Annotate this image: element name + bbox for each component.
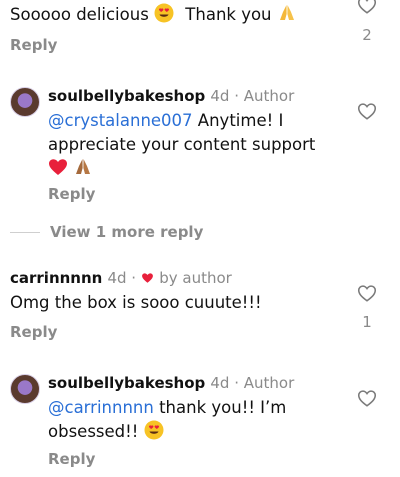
reply-button[interactable]: Reply (10, 36, 57, 54)
reply-button[interactable]: Reply (48, 450, 95, 468)
liked-by-author-label: by author (159, 269, 232, 287)
red-heart-icon (142, 273, 154, 283)
comment-2-text: @crystalanne007 Anytime! I appreciate yo… (48, 109, 348, 181)
comment-3-text: Omg the box is sooo cuuute!!! (10, 293, 262, 312)
heart-eyes-emoji-icon (144, 420, 164, 440)
username[interactable]: soulbellybakeshop (48, 87, 205, 105)
comment-header: soulbellybakeshop 4d · Author (48, 373, 294, 392)
praying-hands-emoji-icon (279, 5, 294, 20)
username[interactable]: soulbellybakeshop (48, 374, 205, 392)
comment-meta: 4d · Author (210, 87, 295, 105)
heart-outline-icon[interactable] (356, 100, 378, 122)
heart-outline-icon[interactable] (356, 282, 378, 304)
divider-line (10, 232, 40, 233)
mention-link[interactable]: @carrinnnnn (48, 398, 154, 417)
heart-outline-icon[interactable] (356, 387, 378, 409)
reply-button[interactable]: Reply (48, 185, 95, 203)
comment-meta: 4d · Author (210, 374, 295, 392)
comment-time: 4d · (107, 269, 137, 287)
reply-button[interactable]: Reply (10, 323, 57, 341)
avatar[interactable] (10, 374, 40, 404)
avatar[interactable] (10, 87, 40, 117)
comment-header: soulbellybakeshop 4d · Author (48, 86, 294, 105)
red-heart-emoji-icon (49, 159, 67, 175)
heart-eyes-emoji-icon (154, 3, 174, 23)
like-count: 1 (362, 313, 372, 331)
mention-link[interactable]: @crystalanne007 (48, 111, 193, 130)
heart-outline-icon[interactable] (356, 0, 378, 16)
like-count: 2 (362, 26, 372, 44)
praying-hands-emoji-icon (76, 159, 91, 174)
username[interactable]: carrinnnnn (10, 269, 102, 287)
view-more-replies[interactable]: View 1 more reply (10, 222, 203, 241)
comment-4-text: @carrinnnnn thank you!! I’m obsessed!! (48, 398, 287, 441)
comment-header: carrinnnnn 4d · by author (10, 268, 232, 287)
comment-1-text: Sooooo delicious Thank you (10, 3, 297, 27)
